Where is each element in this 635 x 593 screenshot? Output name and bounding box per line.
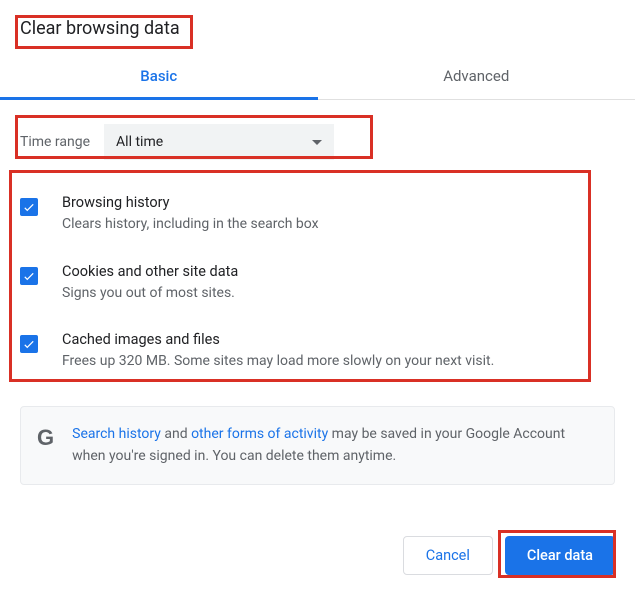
cancel-button[interactable]: Cancel: [403, 536, 493, 575]
time-range-label: Time range: [20, 134, 90, 150]
info-mid1: and: [161, 426, 191, 442]
checkbox-cookies[interactable]: [20, 267, 38, 285]
tab-basic[interactable]: Basic: [0, 53, 318, 99]
link-other-activity[interactable]: other forms of activity: [191, 426, 328, 442]
time-range-row: Time range All time: [20, 124, 615, 160]
option-desc: Clears history, including in the search …: [62, 215, 615, 235]
option-text: Browsing history Clears history, includi…: [62, 194, 615, 235]
button-row: Cancel Clear data: [403, 536, 615, 575]
google-icon: G: [37, 425, 54, 451]
option-text: Cookies and other site data Signs you ou…: [62, 263, 615, 304]
check-icon: [22, 337, 36, 351]
option-title: Browsing history: [62, 194, 615, 211]
clear-data-button[interactable]: Clear data: [505, 536, 615, 575]
info-text: Search history and other forms of activi…: [72, 423, 598, 468]
options-list: Browsing history Clears history, includi…: [0, 180, 635, 386]
checkbox-cached[interactable]: [20, 335, 38, 353]
check-icon: [22, 200, 36, 214]
time-range-select[interactable]: All time: [104, 124, 334, 160]
option-cached: Cached images and files Frees up 320 MB.…: [20, 317, 615, 386]
dialog-title: Clear browsing data: [0, 0, 635, 53]
checkbox-browsing-history[interactable]: [20, 198, 38, 216]
option-text: Cached images and files Frees up 320 MB.…: [62, 331, 615, 372]
option-browsing-history: Browsing history Clears history, includi…: [20, 180, 615, 249]
time-range-value: All time: [116, 134, 163, 150]
option-title: Cookies and other site data: [62, 263, 615, 280]
tabs-container: Basic Advanced: [0, 53, 635, 100]
info-box: G Search history and other forms of acti…: [20, 406, 615, 485]
option-desc: Frees up 320 MB. Some sites may load mor…: [62, 352, 615, 372]
tab-advanced[interactable]: Advanced: [318, 53, 635, 99]
chevron-down-icon: [312, 140, 322, 145]
link-search-history[interactable]: Search history: [72, 426, 161, 442]
option-desc: Signs you out of most sites.: [62, 284, 615, 304]
check-icon: [22, 269, 36, 283]
option-cookies: Cookies and other site data Signs you ou…: [20, 249, 615, 318]
option-title: Cached images and files: [62, 331, 615, 348]
